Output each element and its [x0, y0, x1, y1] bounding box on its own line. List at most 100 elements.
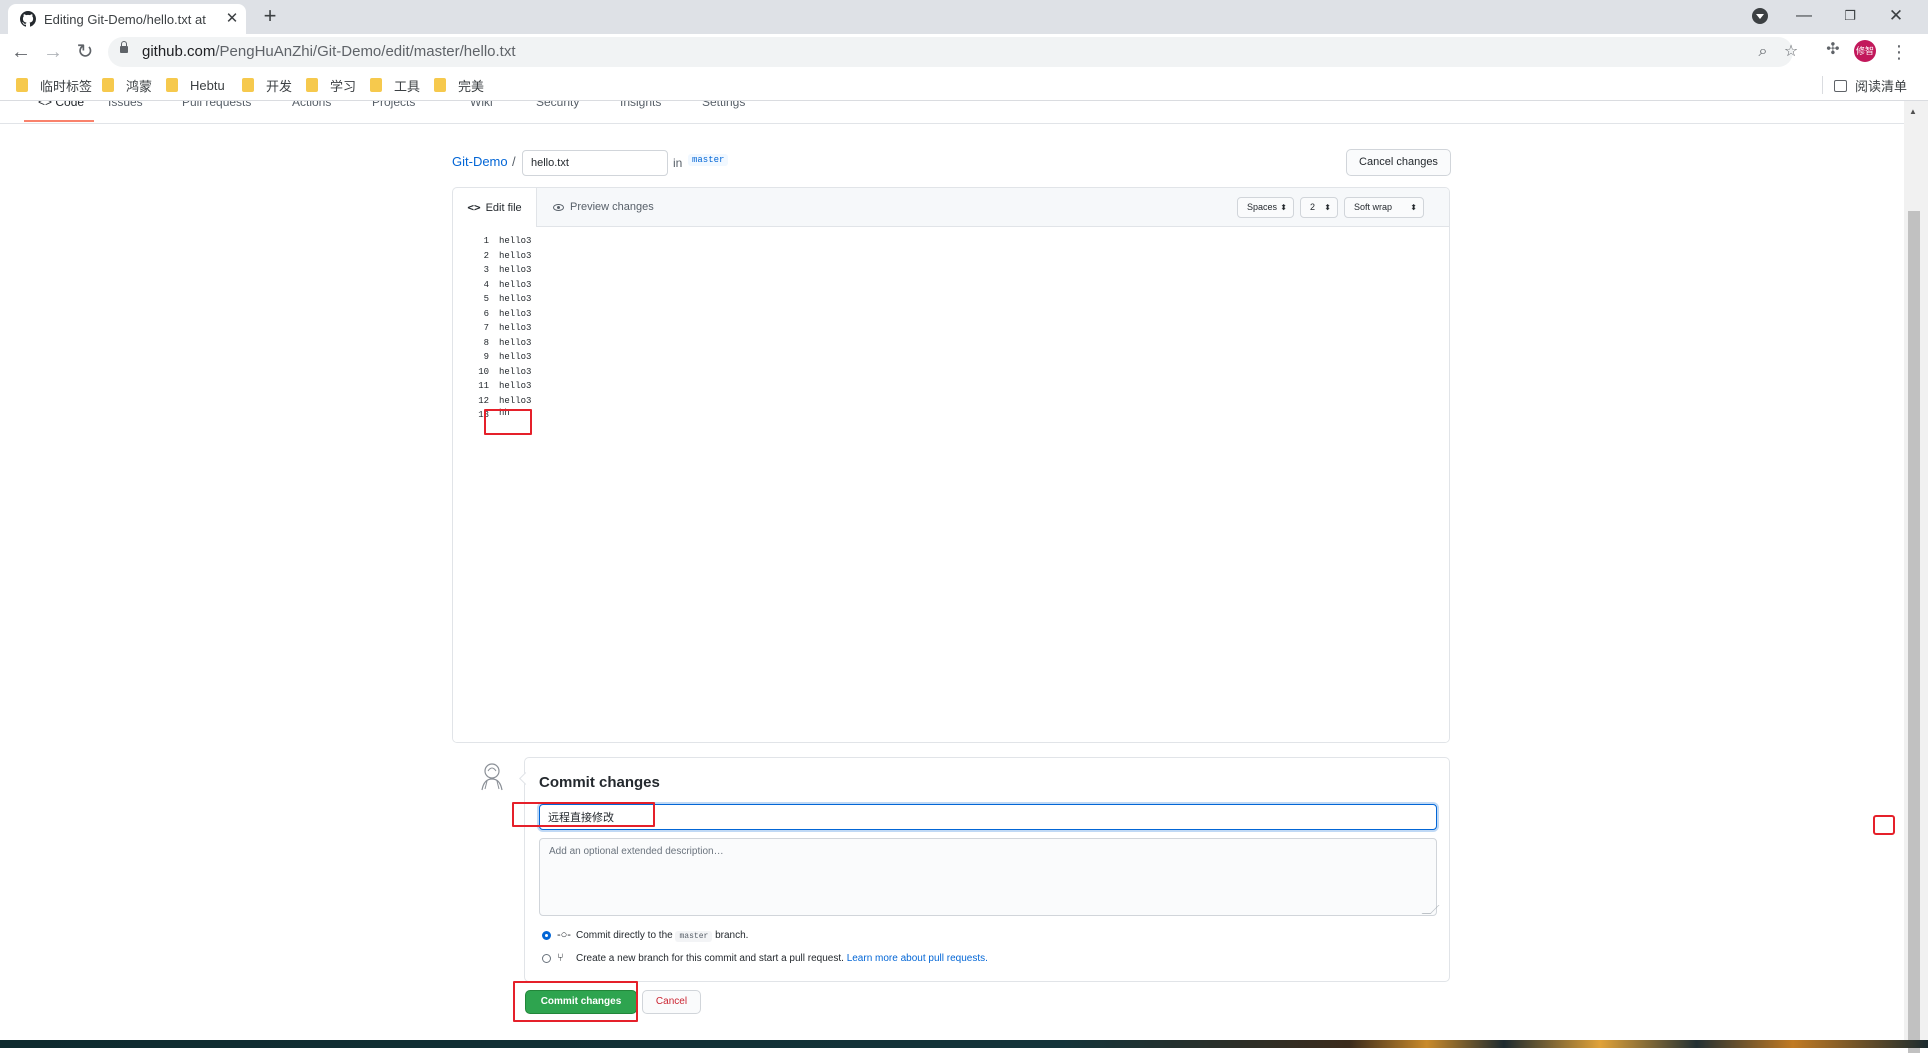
close-tab-icon[interactable]: ✕ — [222, 9, 242, 29]
bookmark-folder[interactable]: 完美 — [434, 76, 484, 94]
new-branch-radio[interactable] — [542, 954, 551, 963]
bookmark-folder[interactable]: 鸿蒙 — [102, 76, 152, 94]
tab-wiki[interactable]: Wiki — [470, 101, 493, 109]
folder-icon — [370, 78, 382, 92]
tab-edit-label: Edit file — [485, 201, 522, 214]
folder-icon — [306, 78, 318, 92]
code-editor-area[interactable]: 1 hello3 2 hello3 3 hello3 4 hello3 5 hello3 … — [453, 227, 1449, 742]
commit-direct-branch: master — [675, 931, 713, 942]
tab-search-icon[interactable] — [1752, 8, 1768, 24]
bookmark-folder[interactable]: Hebtu — [166, 76, 225, 94]
filename-input[interactable] — [522, 150, 668, 176]
tab-projects[interactable]: Projects — [372, 101, 415, 109]
code-line[interactable]: hello3 — [499, 338, 531, 348]
tab-security[interactable]: Security — [536, 101, 579, 109]
git-commit-icon: -○- — [557, 929, 571, 941]
code-line[interactable]: hello3 — [499, 381, 531, 391]
scroll-up-icon[interactable]: ▲ — [1909, 107, 1917, 116]
minimize-icon[interactable]: — — [1782, 2, 1826, 30]
kebab-menu-icon[interactable]: ⋮ — [1890, 39, 1908, 65]
learn-more-link[interactable]: Learn more about pull requests. — [847, 953, 988, 964]
line-number: 7 — [483, 323, 489, 333]
line-number: 6 — [483, 308, 489, 319]
tab-settings[interactable]: Settings — [702, 101, 745, 109]
reading-list[interactable]: 阅读清单 — [1834, 76, 1907, 95]
restore-icon[interactable]: ❐ — [1828, 2, 1872, 30]
reload-icon[interactable]: ↻ — [72, 39, 98, 65]
bookmark-folder[interactable]: 开发 — [242, 76, 292, 94]
code-line[interactable]: hello3 — [499, 367, 531, 377]
tab-insights[interactable]: Insights — [620, 101, 661, 109]
page-scrollbar[interactable]: ▲ — [1904, 101, 1928, 1053]
breadcrumb-repo-link[interactable]: Git-Demo — [452, 154, 508, 169]
code-line[interactable]: hello3 — [499, 280, 531, 290]
url-path: /PengHuAnZhi/Git-Demo/edit/master/hello.… — [215, 43, 516, 60]
lock-icon[interactable] — [120, 41, 128, 53]
wrap-mode-select[interactable]: Soft wrap ⬍ — [1344, 197, 1424, 218]
select-arrows-icon: ⬍ — [1324, 203, 1331, 212]
code-line[interactable]: hello3 — [499, 294, 531, 304]
new-branch-text: Create a new branch for this commit and … — [576, 953, 844, 964]
back-icon[interactable]: ← — [8, 39, 34, 65]
bookmark-label: Hebtu — [190, 77, 225, 93]
code-line[interactable]: hello3 — [499, 251, 531, 261]
indent-mode-select[interactable]: Spaces ⬍ — [1237, 197, 1294, 218]
url-text[interactable]: github.com/PengHuAnZhi/Git-Demo/edit/mas… — [142, 43, 516, 60]
code-line[interactable]: hello3 — [499, 396, 531, 406]
close-window-icon[interactable]: ✕ — [1874, 2, 1918, 30]
cancel-button[interactable]: Cancel — [642, 990, 701, 1014]
cancel-changes-button[interactable]: Cancel changes — [1346, 149, 1451, 176]
tab-pull-requests[interactable]: Pull requests — [182, 101, 251, 109]
forward-icon[interactable]: → — [40, 39, 66, 65]
address-bar[interactable]: github.com/PengHuAnZhi/Git-Demo/edit/mas… — [108, 37, 1798, 67]
commit-summary-input[interactable] — [539, 804, 1437, 830]
commit-direct-radio[interactable] — [542, 931, 551, 940]
repo-nav: <> Code Issues Pull requests Actions Pro… — [0, 101, 1904, 124]
tab-edit-file[interactable]: <> Edit file — [453, 188, 537, 227]
profile-avatar[interactable]: 修智 — [1854, 40, 1876, 62]
tab-code[interactable]: <> Code — [38, 101, 84, 109]
line-number: 1 — [483, 236, 489, 246]
line-number: 8 — [483, 337, 489, 348]
code-icon: <> — [467, 201, 481, 214]
code-line[interactable]: hello3 — [499, 236, 531, 246]
indent-size-select[interactable]: 2 ⬍ — [1300, 197, 1338, 218]
scroll-thumb[interactable] — [1908, 211, 1920, 1053]
github-icon — [20, 11, 36, 27]
line-number: 4 — [483, 279, 489, 290]
commit-direct-suffix: branch. — [715, 930, 749, 941]
eye-icon — [553, 203, 564, 211]
code-line[interactable]: hello3 — [499, 352, 531, 362]
bookmark-label: 临时标签 — [40, 78, 93, 94]
tab-issues[interactable]: Issues — [108, 101, 143, 109]
new-tab-icon[interactable]: + — [258, 4, 282, 28]
browser-tab-strip: Editing Git-Demo/hello.txt at ✕ + — ❐ ✕ — [0, 0, 1928, 34]
commit-description-input[interactable] — [539, 838, 1437, 916]
folder-icon — [242, 78, 254, 92]
bookmark-folder[interactable]: 工具 — [370, 76, 420, 94]
bookmarks-divider — [1822, 76, 1823, 94]
bookmark-folder[interactable]: 学习 — [306, 76, 356, 94]
tab-preview-label: Preview changes — [570, 201, 654, 213]
bookmark-folder[interactable]: 临时标签 — [16, 76, 92, 94]
zoom-icon[interactable]: ⌕ — [1752, 41, 1774, 63]
extensions-icon[interactable]: ✣ — [1822, 39, 1844, 61]
new-branch-label[interactable]: Create a new branch for this commit and … — [576, 953, 988, 964]
tab-actions[interactable]: Actions — [292, 101, 331, 109]
select-arrows-icon: ⬍ — [1280, 203, 1287, 212]
code-line[interactable]: hello3 — [499, 323, 531, 333]
commit-direct-prefix: Commit directly to the — [576, 930, 673, 941]
bookmark-star-icon[interactable]: ☆ — [1780, 41, 1802, 63]
bookmark-label: 鸿蒙 — [126, 78, 153, 94]
select-arrows-icon: ⬍ — [1410, 203, 1417, 212]
browser-toolbar: ← → ↻ github.com/PengHuAnZhi/Git-Demo/ed… — [0, 34, 1928, 70]
breadcrumb-separator: / — [512, 154, 516, 169]
tab-preview-changes[interactable]: Preview changes — [553, 188, 654, 226]
commit-direct-label[interactable]: Commit directly to the master branch. — [576, 930, 749, 942]
folder-icon — [102, 78, 114, 92]
code-line[interactable]: hello3 — [499, 265, 531, 275]
line-number: 9 — [483, 352, 489, 362]
code-line[interactable]: hello3 — [499, 309, 531, 319]
browser-tab[interactable]: Editing Git-Demo/hello.txt at ✕ — [8, 4, 246, 34]
reading-list-label: 阅读清单 — [1855, 79, 1908, 94]
